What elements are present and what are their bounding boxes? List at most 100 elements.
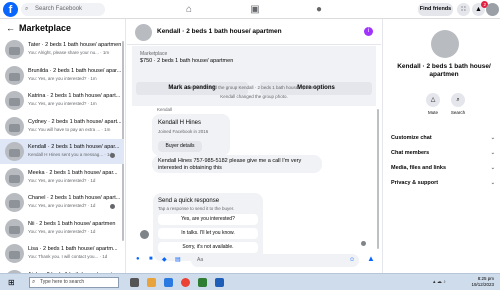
gif-icon[interactable]: ▤ <box>175 256 181 263</box>
like-icon[interactable]: ▲ <box>367 254 375 263</box>
home-icon[interactable]: ⌂ <box>183 4 195 16</box>
scrollbar[interactable] <box>377 109 379 249</box>
conversation-title: Nii · 2 beds 1 bath house/ apartmen <box>28 220 116 227</box>
listing-thumbnail <box>5 40 24 59</box>
listing-thumbnail <box>5 244 24 263</box>
privacy-support-row[interactable]: Privacy & support ⌄ <box>391 177 499 189</box>
buyer-joined: Joined Facebook in 2016 <box>158 129 209 134</box>
top-bar: f ⌕ Search Facebook ⌂ ▣ ● Find friends ∷… <box>0 0 500 19</box>
unread-dot <box>110 153 115 158</box>
chat-avatar[interactable] <box>135 24 152 41</box>
conversation-item[interactable]: Nii · 2 beds 1 bath house/ apartmen You: … <box>0 216 124 241</box>
unread-dot <box>110 204 115 209</box>
conversation-title: Katrina · 2 beds 1 bath house/ apart... <box>28 93 121 99</box>
image-icon[interactable]: ■ <box>149 256 153 262</box>
file-explorer-icon[interactable] <box>147 278 156 287</box>
conversation-preview: You: Alright, please share your nu... · … <box>28 50 110 55</box>
word-icon[interactable] <box>215 278 224 287</box>
chevron-down-icon: ⌄ <box>490 135 495 141</box>
conversation-item[interactable]: Kendall · 2 beds 1 bath house/ apar... Ke… <box>0 139 124 164</box>
conversation-title: Cydney · 2 beds 1 bath house/ apart... <box>28 118 122 125</box>
conversation-preview: You: You will have to pay an extra ... ·… <box>28 126 111 132</box>
conversation-preview: You: Yes, are you interested? · 1d <box>28 228 96 234</box>
search-placeholder: Search Facebook <box>35 6 83 12</box>
taskbar-search-input[interactable]: ⌕ Type here to search <box>29 277 119 288</box>
listing-thumbnail <box>5 193 24 212</box>
message-composer: ● ■ ◆ ▤ Aa ☺ ▲ <box>127 247 381 273</box>
search-icon: ⌕ <box>32 279 36 285</box>
system-message: Kendall named the group Kendall · 2 beds… <box>186 85 322 90</box>
microphone-icon[interactable]: ● <box>136 256 140 262</box>
chevron-down-icon: ⌄ <box>490 180 495 186</box>
listing-thumbnail <box>5 167 24 187</box>
listing-thumbnail <box>5 218 24 238</box>
chat-title: Kendall · 2 beds 1 bath house/ apartmen <box>157 28 282 35</box>
profile-avatar[interactable] <box>486 3 499 16</box>
edge-icon[interactable] <box>164 278 173 287</box>
conversation-item[interactable]: Meeka · 2 beds 1 bath house/ apar... You:… <box>0 165 124 190</box>
quick-response-subtitle: Tap a response to send it to the buyer. <box>158 206 235 211</box>
search-icon[interactable]: ⌕ <box>451 93 465 107</box>
listing-thumbnail <box>5 142 24 161</box>
listing-thumbnail <box>5 91 24 110</box>
chevron-down-icon: ⌄ <box>490 150 495 156</box>
seen-indicator <box>361 241 366 246</box>
clock-date: 19/12/2023 <box>471 282 494 287</box>
conversation-preview: Kendall H Hines sent you a messag... · 1… <box>28 152 112 157</box>
quick-reply-button[interactable]: Yes, are you interested? <box>158 214 258 225</box>
message-bubble: Kendall Hines 757-985-5182 please give m… <box>152 155 322 173</box>
listing-thumbnail <box>5 116 24 136</box>
chat-members-row[interactable]: Chat members ⌄ <box>391 147 499 159</box>
search-icon: ⌕ <box>25 6 29 12</box>
conversation-title: Chanel · 2 beds 1 bath house/ apart... <box>28 195 121 201</box>
conversation-title: Meeka · 2 beds 1 bath house/ apar... <box>28 169 118 176</box>
listing-thumbnail <box>5 65 24 85</box>
system-tray[interactable]: ▴ ☁ ♪ <box>433 279 446 285</box>
excel-icon[interactable] <box>198 278 207 287</box>
sticker-icon[interactable]: ◆ <box>162 256 167 263</box>
media-files-links-row[interactable]: Media, files and links ⌄ <box>391 162 499 174</box>
conversation-title: Lisa · 2 beds 1 bath house/ apartm... <box>28 246 118 252</box>
clock[interactable]: 8:25 pm 19/12/2023 <box>471 276 494 288</box>
conversation-item[interactable]: Cydney · 2 beds 1 bath house/ apart... Yo… <box>0 114 124 139</box>
conversation-preview: You: Yes, are you interested? · 1d <box>28 177 96 183</box>
buyer-details-button[interactable]: Buyer details <box>158 141 202 152</box>
customize-chat-row[interactable]: Customize chat ⌄ <box>391 132 499 144</box>
conversation-preview: You: Yes, are you interested? · 1d <box>28 203 96 208</box>
find-friends-button[interactable]: Find friends <box>418 3 453 16</box>
conversation-preview: You: Yes, are you interested? · 1m <box>28 75 97 81</box>
marketplace-icon[interactable]: ▣ <box>249 4 261 16</box>
mute-label: Mute <box>427 110 438 115</box>
conversation-item[interactable]: Brunilda · 2 beds 1 bath house/ apar... Y… <box>0 63 124 88</box>
panel-title: ← Marketplace <box>6 23 72 33</box>
mute-bell-icon[interactable]: △ <box>426 93 440 107</box>
task-view-icon[interactable] <box>130 278 139 287</box>
conversation-list-panel: ← Marketplace Tater · 2 beds 1 bath house… <box>0 19 126 273</box>
conversation-title: Tater · 2 beds 1 bath house/ apartmen <box>28 42 122 48</box>
chat-header: Kendall · 2 beds 1 bath house/ apartmen … <box>127 19 381 45</box>
chrome-icon[interactable] <box>181 278 190 287</box>
buyer-card: Kendall H Hines Joined Facebook in 2016 … <box>152 114 230 156</box>
message-input[interactable]: Aa <box>191 254 359 267</box>
listing-price: $750 · 2 beds 1 bath house/ apartmen <box>140 58 234 64</box>
sender-avatar <box>140 230 149 239</box>
info-icon[interactable]: i <box>364 27 373 36</box>
listing-label: Marketplace <box>140 51 168 57</box>
groups-icon[interactable]: ● <box>313 4 325 16</box>
facebook-logo[interactable]: f <box>3 2 18 17</box>
windows-taskbar: ⊞ ⌕ Type here to search ▴ ☁ ♪ 8:25 pm 19… <box>0 273 500 290</box>
conversation-item[interactable]: Katrina · 2 beds 1 bath house/ apart... Y… <box>0 88 124 113</box>
conversation-title: Brunilda · 2 beds 1 bath house/ apar... <box>28 67 122 74</box>
conversation-item[interactable]: Chanel · 2 beds 1 bath house/ apart... Yo… <box>0 190 124 215</box>
conversation-item[interactable]: Lisa · 2 beds 1 bath house/ apartm... You… <box>0 241 124 266</box>
back-arrow-icon[interactable]: ← <box>6 23 15 33</box>
search-input[interactable]: ⌕ Search Facebook <box>21 3 105 16</box>
notifications-icon[interactable]: ▲ 2 <box>472 1 488 16</box>
conversation-item[interactable]: Tater · 2 beds 1 bath house/ apartmen You… <box>0 37 124 62</box>
conversation-preview: You: Yes, are you interested? · 1m <box>28 101 97 106</box>
menu-grid-icon[interactable]: ∷ <box>457 3 470 16</box>
windows-start-icon[interactable]: ⊞ <box>8 277 15 288</box>
emoji-icon[interactable]: ☺ <box>349 257 355 263</box>
quick-reply-button[interactable]: In talks. I'll let you know. <box>158 228 258 239</box>
buyer-name: Kendall H Hines <box>158 120 202 126</box>
